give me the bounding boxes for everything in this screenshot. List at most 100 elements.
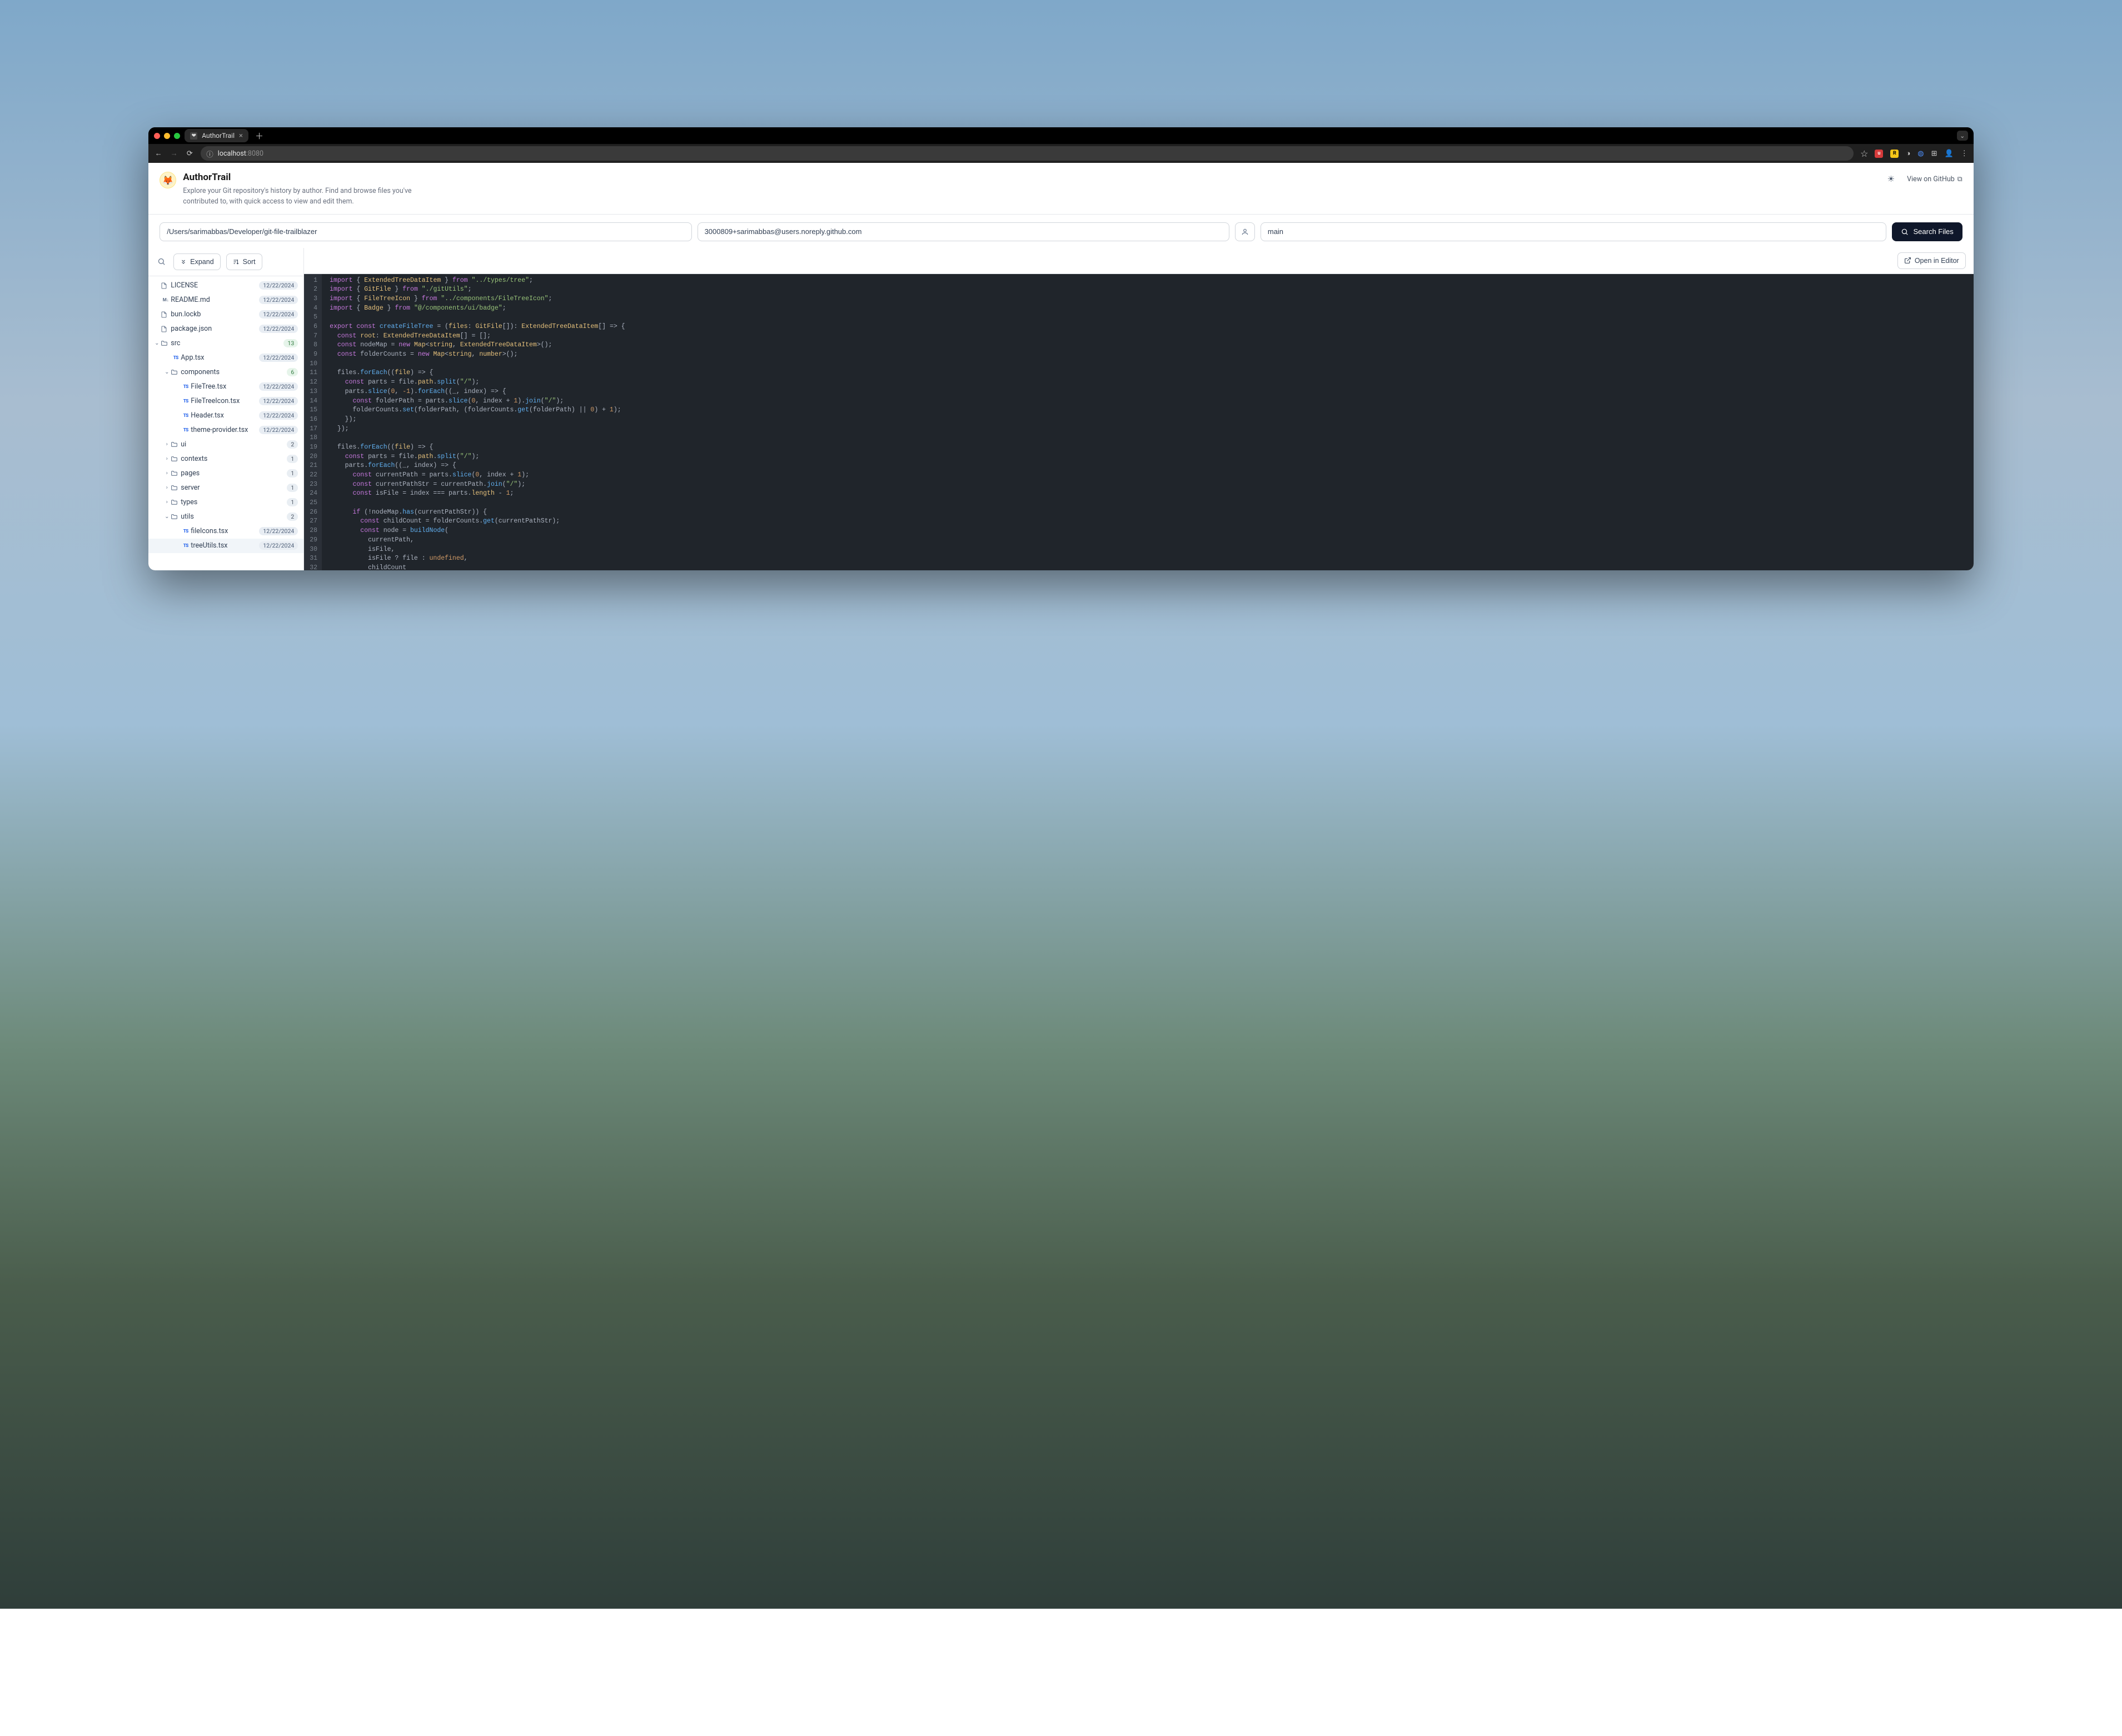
tree-file[interactable]: LICENSE12/22/2024 [148,278,303,293]
tree-item-label: types [181,498,283,506]
main-toolbar: Open in Editor [304,248,1973,274]
count-badge: 1 [287,498,298,506]
browser-toolbar: ← → ⟳ ⓘ localhost:8080 ☆ u R ◑ ◍ ⊞ 👤 ⋮ [148,144,1973,163]
window-controls [154,133,180,139]
main-panel: Open in Editor 1234567891011121314151617… [304,248,1973,570]
folder-icon [171,513,181,520]
tree-folder[interactable]: ›server1 [148,481,303,495]
external-link-icon: ⧉ [1957,175,1962,183]
sort-button[interactable]: Sort [226,253,262,270]
chevron-icon: ⌄ [163,514,171,520]
folder-icon [171,441,181,448]
pick-user-button[interactable] [1235,222,1255,241]
tree-folder[interactable]: ›pages1 [148,466,303,481]
file-icon [161,282,171,289]
sidebar: Expand Sort LICENSE12/22/2024M↓README.md… [148,248,304,570]
expand-button[interactable]: Expand [173,253,220,270]
extension-r-icon[interactable]: R [1890,150,1899,158]
tree-folder[interactable]: ›types1 [148,495,303,510]
repo-path-input[interactable] [160,222,691,241]
branch-input[interactable] [1261,222,1887,241]
extension-icon[interactable]: ◑ [1906,149,1910,158]
folder-icon [171,455,181,462]
tree-folder[interactable]: ›ui2 [148,437,303,452]
tree-folder[interactable]: ›contexts1 [148,452,303,466]
tree-folder[interactable]: ⌄components6 [148,365,303,380]
tree-file[interactable]: TSApp.tsx12/22/2024 [148,351,303,365]
tree-item-label: contexts [181,455,283,463]
folder-icon [161,340,171,347]
tree-item-label: ui [181,440,283,449]
tree-file[interactable]: M↓README.md12/22/2024 [148,293,303,307]
github-link[interactable]: View on GitHub ⧉ [1907,175,1962,183]
reload-button[interactable]: ⟳ [185,150,194,158]
tab-title: AuthorTrail [202,132,235,140]
folder-icon [171,499,181,506]
tree-item-label: src [171,339,280,347]
tab-overflow-button[interactable]: ⌄ [1957,131,1968,141]
editor-code[interactable]: import { ExtendedTreeDataItem } from "..… [322,274,632,570]
minimize-window-button[interactable] [164,133,170,139]
chevron-icon: ⌄ [163,369,171,375]
tree-item-label: README.md [171,296,256,304]
search-icon [1901,228,1909,236]
site-info-icon[interactable]: ⓘ [206,148,213,159]
sun-icon: ☀ [1887,175,1895,184]
chevron-icon: ⌄ [153,340,161,346]
date-badge: 12/22/2024 [259,397,298,405]
code-editor[interactable]: 1234567891011121314151617181920212223242… [304,274,1973,570]
close-tab-icon[interactable]: × [239,132,243,140]
app-subtitle: Explore your Git repository's history by… [183,186,422,207]
sidebar-toolbar: Expand Sort [148,248,303,276]
tree-file[interactable]: TSHeader.tsx12/22/2024 [148,409,303,423]
chevron-icon: › [163,441,171,447]
bookmark-icon[interactable]: ☆ [1860,148,1868,159]
tree-file[interactable]: package.json12/22/2024 [148,322,303,336]
search-files-button[interactable]: Search Files [1892,222,1962,241]
profile-icon[interactable]: 👤 [1945,150,1954,158]
date-badge: 12/22/2024 [259,382,298,391]
tree-search-button[interactable] [155,255,168,268]
url-bar[interactable]: ⓘ localhost:8080 [201,146,1854,161]
ts-file-icon: TS [171,355,181,360]
titlebar: ❤ AuthorTrail × ＋ ⌄ [148,127,1973,144]
date-badge: 12/22/2024 [259,541,298,550]
tree-item-label: Header.tsx [191,411,256,420]
tree-folder[interactable]: ⌄utils2 [148,510,303,524]
tree-item-label: pages [181,469,283,477]
url-host: localhost [218,150,246,158]
overflow-menu-icon[interactable]: ⋮ [1961,150,1968,158]
date-badge: 12/22/2024 [259,411,298,420]
tree-item-label: FileTreeIcon.tsx [191,397,256,405]
tree-item-label: App.tsx [181,354,256,362]
tree-file[interactable]: TSFileTreeIcon.tsx12/22/2024 [148,394,303,409]
tree-file[interactable]: TSFileTree.tsx12/22/2024 [148,380,303,394]
count-badge: 1 [287,455,298,463]
expand-icon [180,258,187,265]
date-badge: 12/22/2024 [259,527,298,535]
app-body: Expand Sort LICENSE12/22/2024M↓README.md… [148,248,1973,570]
back-button[interactable]: ← [154,149,163,158]
extension-1p-icon[interactable]: ◍ [1917,150,1924,158]
file-tree[interactable]: LICENSE12/22/2024M↓README.md12/22/2024bu… [148,276,303,570]
forward-button[interactable]: → [170,149,178,158]
extension-ublock-icon[interactable]: u [1875,150,1883,158]
tree-file[interactable]: TStheme-provider.tsx12/22/2024 [148,423,303,437]
close-window-button[interactable] [154,133,160,139]
open-in-editor-button[interactable]: Open in Editor [1897,252,1966,269]
theme-toggle-button[interactable]: ☀ [1885,172,1897,186]
author-email-input[interactable] [698,222,1229,241]
tree-folder[interactable]: ⌄ src13 [148,336,303,351]
new-tab-button[interactable]: ＋ [255,130,263,142]
md-file-icon: M↓ [161,297,171,302]
count-badge: 13 [283,339,298,347]
maximize-window-button[interactable] [174,133,180,139]
tree-item-label: utils [181,513,283,521]
chevron-icon: › [163,470,171,476]
tree-file[interactable]: TSfileIcons.tsx12/22/2024 [148,524,303,539]
app-logo-icon: 🦊 [160,172,176,188]
tree-file[interactable]: bun.lockb12/22/2024 [148,307,303,322]
extensions-puzzle-icon[interactable]: ⊞ [1931,150,1937,158]
tree-file[interactable]: TStreeUtils.tsx12/22/2024 [148,539,303,553]
browser-tab[interactable]: ❤ AuthorTrail × [185,129,248,142]
